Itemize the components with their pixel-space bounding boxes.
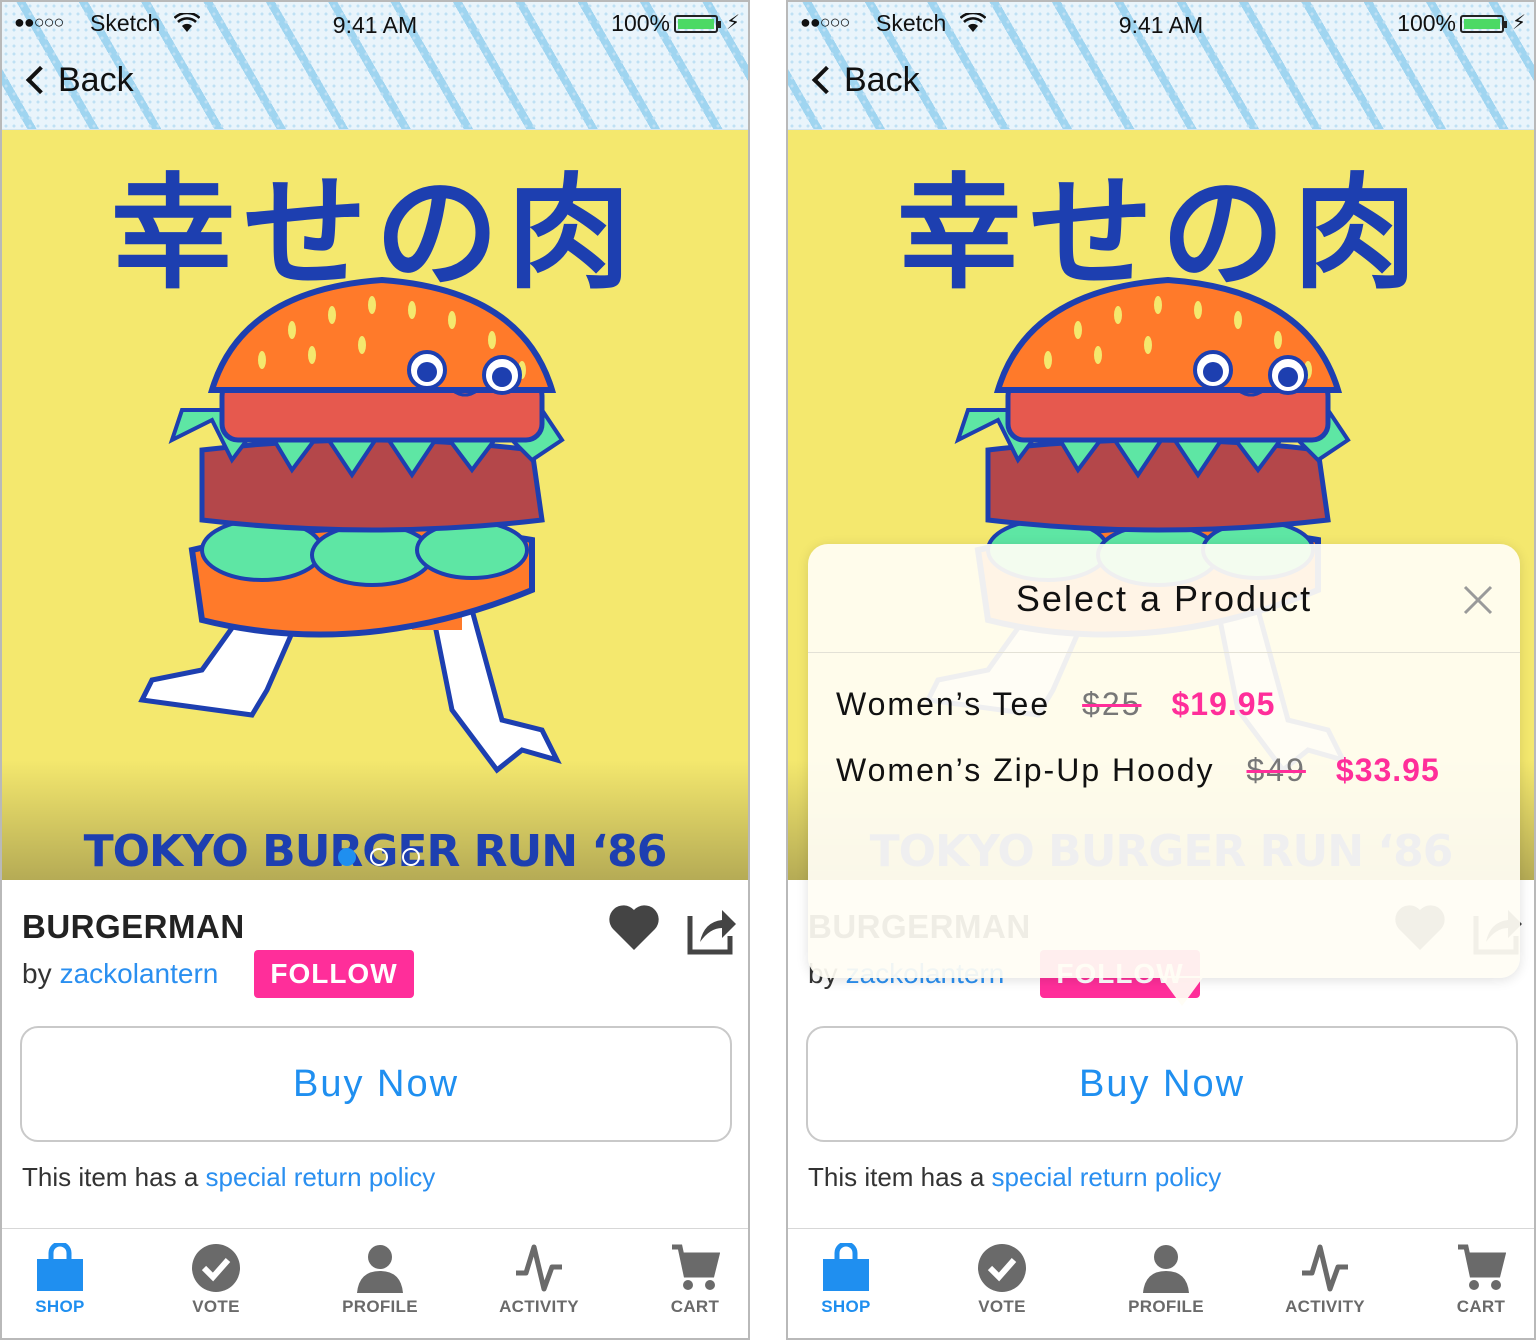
- tab-cart[interactable]: CART: [625, 1229, 748, 1338]
- back-label: Back: [58, 60, 134, 99]
- tab-profile[interactable]: PROFILE: [1096, 1229, 1236, 1338]
- product-option-name: Women’s Tee: [836, 686, 1051, 722]
- status-bar: ●●○○○ Sketch 9:41 AM 100% ⚡: [2, 6, 748, 40]
- buy-now-button[interactable]: Buy Now: [20, 1026, 732, 1142]
- product-option-womens-tee[interactable]: Women’s Tee $25 $19.95: [836, 686, 1275, 723]
- sale-price: $19.95: [1171, 686, 1276, 722]
- battery-icon: [1460, 15, 1507, 33]
- header-pattern: ●●○○○ Sketch 9:41 AM 100% ⚡ Back: [788, 2, 1534, 130]
- phone-screen-product-popover: ●●○○○ Sketch 9:41 AM 100% ⚡ Back 幸せの肉 Se…: [786, 0, 1536, 1340]
- tab-label: VOTE: [978, 1297, 1026, 1316]
- product-title: BURGERMAN: [22, 908, 245, 945]
- tab-label: ACTIVITY: [499, 1297, 579, 1316]
- tab-label: VOTE: [192, 1297, 240, 1316]
- back-button[interactable]: Back: [808, 58, 920, 102]
- shopping-bag-icon: [823, 1243, 869, 1291]
- return-policy-link[interactable]: special return policy: [206, 1162, 436, 1192]
- tab-profile[interactable]: PROFILE: [310, 1229, 450, 1338]
- return-policy-prefix: This item has a: [808, 1162, 985, 1192]
- person-icon: [357, 1245, 403, 1293]
- divider: [808, 652, 1520, 653]
- activity-pulse-icon: [516, 1244, 562, 1292]
- tab-label: PROFILE: [342, 1297, 418, 1316]
- status-bar: ●●○○○ Sketch 9:41 AM 100% ⚡: [788, 6, 1534, 40]
- tab-vote[interactable]: VOTE: [146, 1229, 286, 1338]
- select-product-popover: Select a Product Women’s Tee $25 $19.95 …: [808, 544, 1520, 1006]
- artwork-title-japanese: 幸せの肉: [896, 162, 1425, 306]
- artist-link[interactable]: zackolantern: [60, 958, 219, 990]
- product-option-name: Women’s Zip-Up Hoody: [836, 752, 1215, 788]
- page-dot[interactable]: [370, 848, 388, 866]
- tab-shop[interactable]: SHOP: [788, 1229, 916, 1338]
- product-artwork[interactable]: 幸せの肉 TOKYO BURGER RUN ‘86: [2, 130, 748, 880]
- tab-cart[interactable]: CART: [1411, 1229, 1534, 1338]
- return-policy-link[interactable]: special return policy: [992, 1162, 1222, 1192]
- return-policy-note: This item has a special return policy: [22, 1162, 435, 1193]
- tab-label: SHOP: [821, 1297, 871, 1316]
- product-option-womens-zip-up-hoody[interactable]: Women’s Zip-Up Hoody $49 $33.95: [836, 752, 1440, 789]
- close-icon[interactable]: [1462, 584, 1494, 621]
- original-price: $49: [1246, 752, 1306, 788]
- page-indicator[interactable]: [338, 848, 420, 866]
- byline: by zackolantern: [22, 958, 218, 990]
- tab-label: PROFILE: [1128, 1297, 1204, 1316]
- tab-shop[interactable]: SHOP: [2, 1229, 130, 1338]
- tab-label: CART: [670, 1297, 720, 1316]
- back-button[interactable]: Back: [22, 58, 134, 102]
- heart-icon[interactable]: [608, 902, 660, 957]
- charging-bolt-icon: ⚡: [725, 12, 740, 34]
- tab-vote[interactable]: VOTE: [932, 1229, 1072, 1338]
- byline-prefix: by: [22, 958, 52, 989]
- buy-now-button[interactable]: Buy Now: [806, 1026, 1518, 1142]
- back-label: Back: [844, 60, 920, 99]
- follow-button[interactable]: FOLLOW: [254, 950, 414, 998]
- cart-icon: [1458, 1244, 1506, 1290]
- original-price: $25: [1082, 686, 1142, 722]
- battery-percent: 100%: [611, 10, 670, 36]
- tab-label: ACTIVITY: [1285, 1297, 1365, 1316]
- return-policy-note: This item has a special return policy: [808, 1162, 1221, 1193]
- tab-label: SHOP: [35, 1297, 85, 1316]
- page-dot[interactable]: [402, 848, 420, 866]
- cart-icon: [672, 1244, 720, 1290]
- checkmark-circle-icon: [192, 1244, 240, 1292]
- person-icon: [1143, 1245, 1189, 1293]
- phone-screen-product: ●●○○○ Sketch 9:41 AM 100% ⚡ Back 幸せの肉 TO…: [0, 0, 750, 1340]
- sale-price: $33.95: [1335, 752, 1440, 788]
- chevron-left-icon: [811, 65, 841, 95]
- charging-bolt-icon: ⚡: [1511, 12, 1526, 34]
- checkmark-circle-icon: [978, 1244, 1026, 1292]
- header-pattern: ●●○○○ Sketch 9:41 AM 100% ⚡ Back: [2, 2, 748, 130]
- popover-arrow: [1160, 976, 1204, 1006]
- page-dot[interactable]: [338, 848, 356, 866]
- share-icon[interactable]: [686, 904, 738, 961]
- return-policy-prefix: This item has a: [22, 1162, 199, 1192]
- shopping-bag-icon: [37, 1243, 83, 1291]
- tab-activity[interactable]: ACTIVITY: [1255, 1229, 1395, 1338]
- chevron-left-icon: [25, 65, 55, 95]
- tab-bar: SHOP VOTE PROFILE ACTIVITY CART: [788, 1228, 1534, 1338]
- tab-label: CART: [1456, 1297, 1506, 1316]
- battery-icon: [674, 15, 721, 33]
- artwork-title-japanese: 幸せの肉: [110, 162, 639, 306]
- tab-activity[interactable]: ACTIVITY: [469, 1229, 609, 1338]
- activity-pulse-icon: [1302, 1244, 1348, 1292]
- popover-title: Select a Product: [1015, 578, 1313, 619]
- tab-bar: SHOP VOTE PROFILE ACTIVITY CART: [2, 1228, 748, 1338]
- battery-percent: 100%: [1397, 10, 1456, 36]
